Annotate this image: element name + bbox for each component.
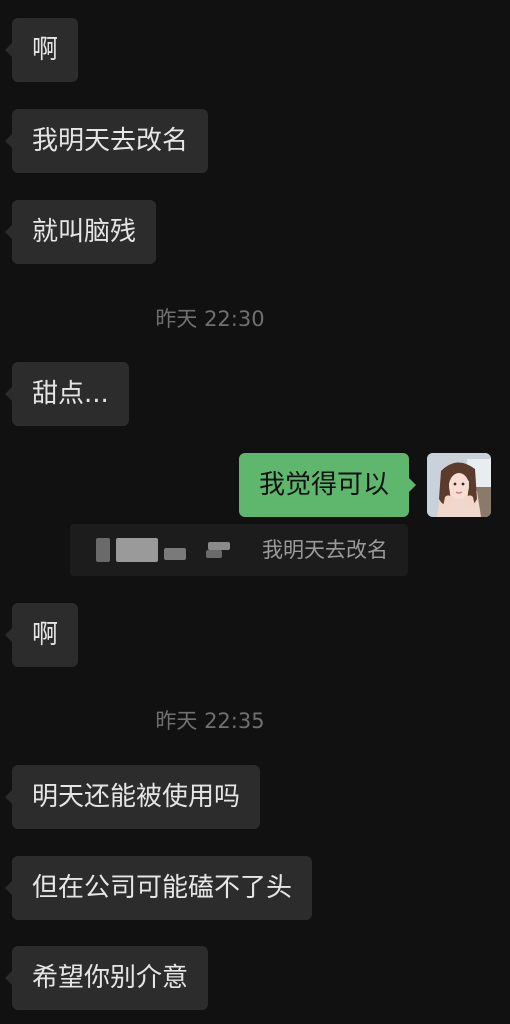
message-bubble-incoming[interactable]: 但在公司可能磕不了头: [4, 856, 313, 920]
user-avatar[interactable]: [427, 453, 491, 517]
message-bubble-incoming[interactable]: 就叫脑残: [4, 200, 157, 264]
message-bubble-incoming[interactable]: 甜点...: [5, 362, 129, 426]
blurred-username: [164, 548, 186, 560]
message-bubble-outgoing[interactable]: 我觉得可以: [238, 453, 417, 517]
blurred-username: [96, 538, 110, 562]
timestamp: 昨天 22:30: [155, 307, 265, 331]
message-bubble-incoming[interactable]: 啊: [4, 603, 79, 667]
message-bubble-incoming[interactable]: 明天还能被使用吗: [4, 765, 261, 829]
avatar-image: [427, 453, 491, 517]
message-bubble-incoming[interactable]: 我明天去改名: [4, 109, 209, 173]
quoted-message-text: 我明天去改名: [262, 538, 388, 562]
message-bubble-incoming[interactable]: 希望你别介意: [4, 946, 209, 1010]
timestamp: 昨天 22:35: [155, 709, 265, 733]
blurred-username: [116, 538, 158, 562]
quoted-message[interactable]: 我明天去改名: [70, 524, 408, 576]
blurred-username: [206, 550, 222, 558]
message-bubble-incoming[interactable]: 啊: [4, 18, 79, 82]
blurred-username: [208, 542, 230, 550]
